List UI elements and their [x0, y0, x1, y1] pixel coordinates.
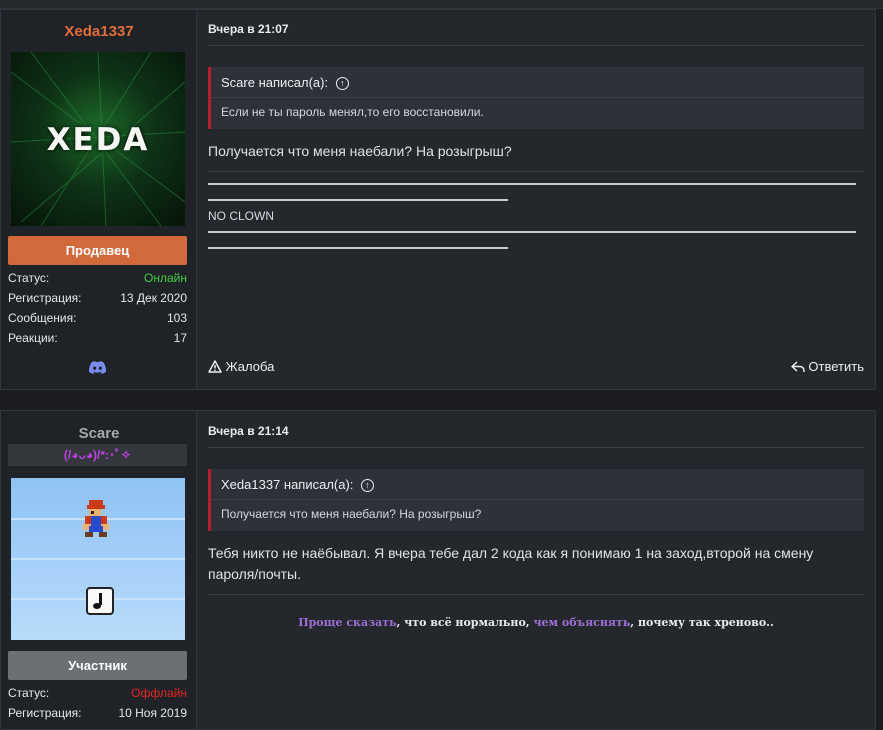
signature-line	[208, 231, 856, 233]
reply-icon	[791, 361, 805, 372]
stat-value: 10 Ноя 2019	[118, 706, 187, 720]
post-content: Вчера в 21:07 Scare написал(а): ↑ Если н…	[197, 10, 875, 389]
signature-part: , что всё нормально,	[396, 616, 534, 629]
discord-icon[interactable]	[89, 361, 106, 374]
stat-status: Статус: Оффлайн	[8, 683, 187, 703]
stat-value: Оффлайн	[131, 686, 187, 700]
signature: Проще сказать, что всё нормально, чем об…	[197, 616, 875, 629]
header-divider	[208, 45, 864, 46]
header-divider	[208, 447, 864, 448]
reply-label: Ответить	[808, 359, 864, 374]
stat-registration: Регистрация: 13 Дек 2020	[8, 288, 187, 308]
user-panel: Scare (/◕ᴗ◕)/*:･ﾟ✧ Участник Статус: Оффл…	[1, 411, 197, 729]
quote-author[interactable]: Xeda1337 написал(а):	[221, 477, 353, 492]
signature-line	[208, 183, 856, 185]
quote-divider	[211, 499, 864, 500]
signature-part: чем объяснять	[533, 616, 631, 629]
username-link[interactable]: Scare	[1, 425, 197, 442]
stat-registration: Регистрация: 10 Ноя 2019	[8, 703, 187, 723]
report-label: Жалоба	[225, 359, 275, 374]
stat-value: 17	[173, 331, 187, 345]
page-top-bar	[0, 0, 883, 9]
stat-value: 103	[166, 311, 187, 325]
stat-label: Статус:	[8, 271, 50, 285]
report-button[interactable]: Жалоба	[208, 359, 274, 374]
stat-value: 13 Дек 2020	[120, 291, 187, 305]
message-divider	[208, 594, 864, 595]
quote-header[interactable]: Xeda1337 написал(а): ↑	[221, 477, 375, 493]
stat-label: Реакции:	[8, 331, 58, 345]
avatar[interactable]: XEDA	[11, 52, 185, 226]
quote-author[interactable]: Scare написал(а):	[221, 75, 328, 90]
quote-divider	[211, 97, 864, 98]
signature-line	[208, 199, 508, 201]
signature-part: , почему так хреново..	[630, 616, 774, 629]
message-text: Получается что меня наебали? На розыгрыш…	[208, 143, 512, 159]
avatar-art	[11, 500, 185, 615]
quote-header[interactable]: Scare написал(а): ↑	[221, 75, 349, 91]
user-title: (/◕ᴗ◕)/*:･ﾟ✧	[8, 444, 187, 466]
avatar-logo-text: XEDA	[46, 122, 150, 158]
user-rank-badge: Продавец	[8, 236, 187, 265]
stat-label: Статус:	[8, 686, 50, 700]
forum-post: Xeda1337 XEDA Продавец Статус: Онлайн Ре…	[0, 9, 876, 390]
post-date-link[interactable]: Вчера в 21:14	[208, 424, 289, 438]
stat-label: Регистрация:	[8, 706, 82, 720]
post-content: Вчера в 21:14 Xeda1337 написал(а): ↑ Пол…	[197, 411, 875, 729]
message-divider	[208, 171, 864, 172]
stat-label: Сообщения:	[8, 311, 77, 325]
quote-text: Получается что меня наебали? На розыгрыш…	[221, 507, 482, 521]
signature-text: NO CLOWN	[208, 209, 274, 223]
stat-label: Регистрация:	[8, 291, 82, 305]
quote-text: Если не ты пароль менял,то его восстанов…	[221, 105, 484, 119]
stat-messages: Сообщения: 103	[8, 308, 187, 328]
stat-value: Онлайн	[144, 271, 187, 285]
signature-line	[208, 247, 508, 249]
avatar[interactable]	[11, 478, 185, 640]
stat-status: Статус: Онлайн	[8, 268, 187, 288]
user-rank-badge: Участник	[8, 651, 187, 680]
forum-post: Scare (/◕ᴗ◕)/*:･ﾟ✧ Участник Статус: Оффл…	[0, 410, 876, 730]
quote-block: Scare написал(а): ↑ Если не ты пароль ме…	[208, 67, 864, 129]
message-text: Тебя никто не наёбывал. Я вчера тебе дал…	[208, 545, 814, 582]
stat-reactions: Реакции: 17	[8, 328, 187, 348]
reply-button[interactable]: Ответить	[791, 359, 864, 374]
username-link[interactable]: Xeda1337	[1, 23, 197, 40]
quote-block: Xeda1337 написал(а): ↑ Получается что ме…	[208, 469, 864, 531]
arrow-up-circle-icon[interactable]: ↑	[335, 77, 349, 91]
arrow-up-circle-icon[interactable]: ↑	[361, 479, 375, 493]
warning-icon	[208, 360, 222, 373]
signature-part: Проще сказать	[298, 616, 397, 629]
user-panel: Xeda1337 XEDA Продавец Статус: Онлайн Ре…	[1, 10, 197, 389]
post-date-link[interactable]: Вчера в 21:07	[208, 22, 289, 36]
